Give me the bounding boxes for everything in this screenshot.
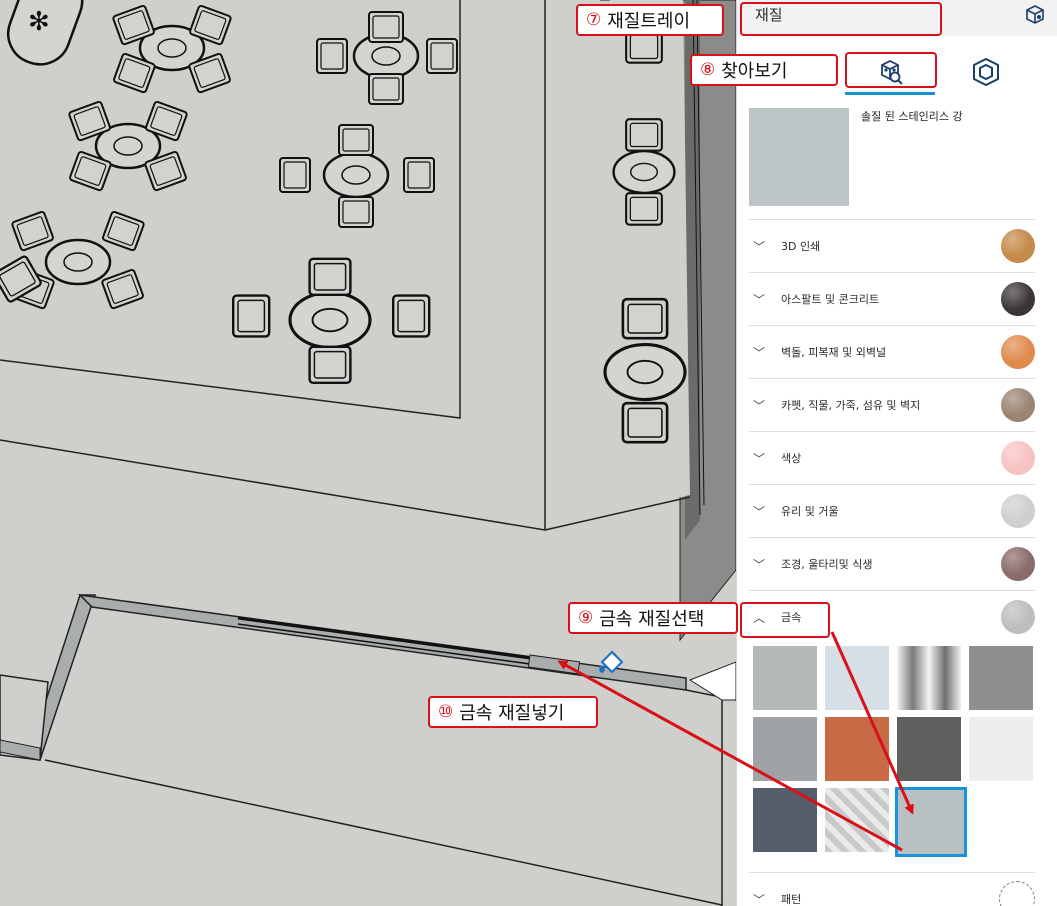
category-row[interactable]: ﹀ 카펫, 직물, 가죽, 섬유 및 벽지 [749,378,1035,431]
category-row[interactable]: ﹀ 색상 [749,431,1035,484]
callout-apply-metal: ⑩ 금속 재질넣기 [428,696,598,728]
category-thumbnail [1001,494,1035,528]
metal-category-highlight [740,602,830,638]
current-material-swatch[interactable] [749,108,849,206]
category-thumbnail [999,881,1035,906]
category-row[interactable]: ﹀ 조경, 울타리및 식생 [749,537,1035,590]
metal-swatch[interactable] [969,646,1033,710]
category-row[interactable]: ﹀ 3D 인쇄 [749,219,1035,272]
category-thumbnail [1001,229,1035,263]
category-label: 카펫, 직물, 가죽, 섬유 및 벽지 [781,399,921,412]
metal-swatch[interactable] [825,788,889,852]
category-thumbnail [1001,282,1035,316]
category-row[interactable]: ﹀ 벽돌, 피복재 및 외벽널 [749,325,1035,378]
model-viewport[interactable]: ✻ [0,0,736,906]
chevron-down-icon: ﹀ [753,292,766,307]
category-row[interactable]: ﹀ 패턴 [749,872,1035,906]
chevron-down-icon: ﹀ [753,239,766,254]
chevron-down-icon: ﹀ [753,398,766,413]
metal-swatch[interactable] [825,717,889,781]
chevron-down-icon: ﹀ [753,892,766,906]
category-label: 유리 및 거울 [781,505,839,518]
metal-swatch[interactable] [895,787,967,857]
metal-swatch[interactable] [825,646,889,710]
category-row[interactable]: ﹀ 유리 및 거울 [749,484,1035,537]
materials-cube-icon[interactable] [1024,4,1046,26]
category-row[interactable]: ﹀ 아스팔트 및 콘크리트 [749,272,1035,325]
category-label: 패턴 [781,893,802,906]
category-thumbnail [1001,388,1035,422]
materials-tray: 재질 솔질 된 스테인리스 강 ﹀ 3D 인쇄 ﹀ 아스팔트 및 콘크리트 ﹀ 벽돌, 피… [736,0,1057,906]
callout-browse: ⑧ 찾아보기 [690,54,838,86]
category-label: 색상 [781,452,802,465]
browse-tab-highlight [845,52,937,88]
metal-swatch[interactable] [969,717,1033,781]
category-thumbnail [1001,335,1035,369]
tray-header-highlight [740,2,942,36]
category-thumbnail [1001,600,1035,634]
category-label: 아스팔트 및 콘크리트 [781,293,880,306]
metal-swatch[interactable] [897,646,961,710]
paint-bucket-cursor-icon [599,650,624,674]
category-label: 벽돌, 피복재 및 외벽널 [781,346,887,359]
material-edit-icon [973,57,999,87]
chevron-down-icon: ﹀ [753,504,766,519]
svg-text:✻: ✻ [28,7,50,37]
chevron-down-icon: ﹀ [753,451,766,466]
model-scene: ✻ [0,0,736,906]
category-thumbnail [1001,547,1035,581]
current-material-name: 솔질 된 스테인리스 강 [861,110,963,123]
chevron-down-icon: ﹀ [753,345,766,360]
category-thumbnail [1001,441,1035,475]
callout-tray: ⑦ 재질트레이 [576,4,724,36]
metal-swatch[interactable] [897,717,961,781]
chevron-down-icon: ﹀ [753,557,766,572]
tab-edit[interactable] [941,52,1031,92]
category-label: 조경, 울타리및 식생 [781,558,873,571]
metal-swatch[interactable] [753,788,817,852]
callout-select-metal: ⑨ 금속 재질선택 [568,602,738,634]
metal-swatch[interactable] [753,717,817,781]
metal-swatch[interactable] [753,646,817,710]
category-label: 3D 인쇄 [781,240,821,253]
